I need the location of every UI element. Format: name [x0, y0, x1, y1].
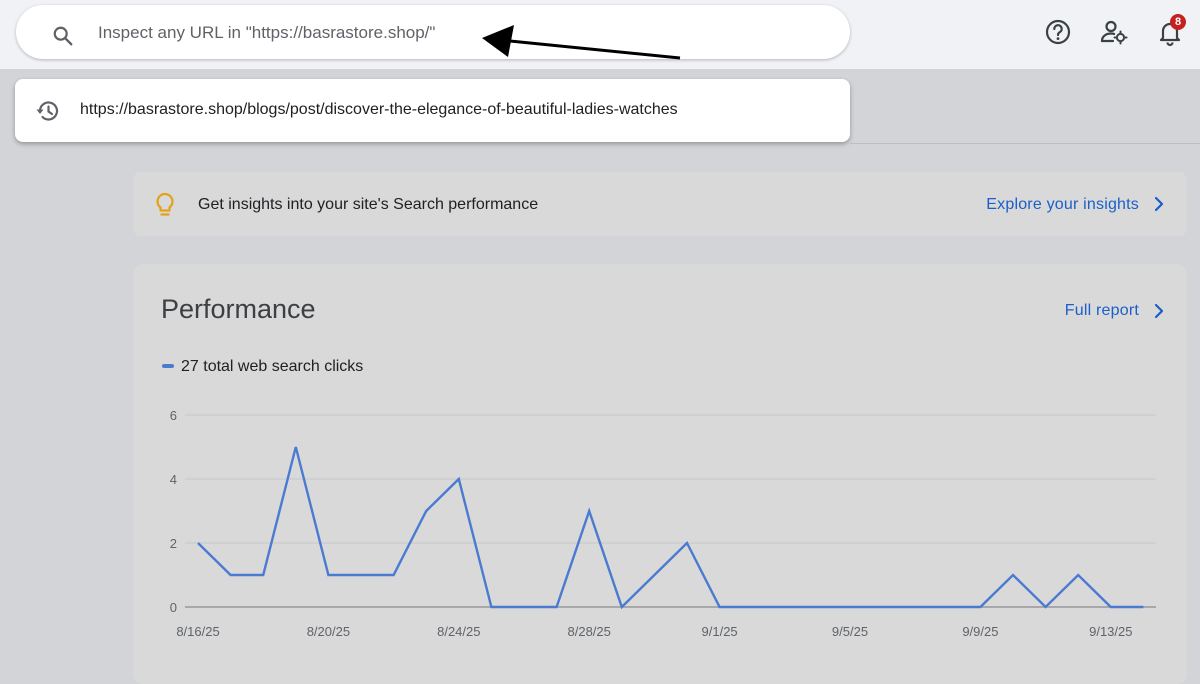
x-tick-label: 8/16/25: [176, 624, 219, 639]
search-icon: [53, 26, 73, 46]
x-tick-label: 9/13/25: [1089, 624, 1132, 639]
x-tick-label: 9/9/25: [962, 624, 998, 639]
suggestion-url[interactable]: https://basrastore.shop/blogs/post/disco…: [80, 101, 678, 119]
series-line: [197, 446, 1144, 610]
help-icon[interactable]: [1042, 16, 1074, 48]
y-tick-label: 2: [170, 536, 177, 551]
divider: [850, 143, 1200, 144]
lightbulb-icon: [156, 192, 174, 216]
history-icon: [36, 101, 59, 121]
x-tick-label: 9/1/25: [702, 624, 738, 639]
insights-banner[interactable]: Get insights into your site's Search per…: [133, 172, 1187, 236]
performance-card: Performance Full report 27 total web sea…: [133, 264, 1187, 684]
top-bar: 8: [0, 0, 1200, 69]
url-inspection-search[interactable]: [16, 5, 850, 59]
search-suggestion[interactable]: https://basrastore.shop/blogs/post/disco…: [15, 79, 850, 142]
notification-badge: 8: [1170, 14, 1186, 30]
clicks-line-chart: 0 2 4 6 8/16/25 8/20/25 8/24/25 8/28/25 9/1/25 9/…: [170, 408, 1156, 639]
x-tick-label: 9/5/25: [832, 624, 868, 639]
search-input[interactable]: [98, 21, 798, 45]
x-tick-label: 8/24/25: [437, 624, 480, 639]
insights-text: Get insights into your site's Search per…: [198, 196, 539, 213]
y-tick-label: 4: [170, 472, 177, 487]
y-tick-label: 6: [170, 408, 177, 423]
explore-insights-link[interactable]: Explore your insights: [986, 196, 1139, 214]
chevron-right-icon[interactable]: [1153, 196, 1165, 212]
annotation-arrow: [482, 25, 681, 60]
x-tick-label: 8/28/25: [568, 624, 611, 639]
user-settings-icon[interactable]: [1098, 16, 1130, 48]
y-tick-label: 0: [170, 600, 177, 615]
x-tick-label: 8/20/25: [307, 624, 350, 639]
